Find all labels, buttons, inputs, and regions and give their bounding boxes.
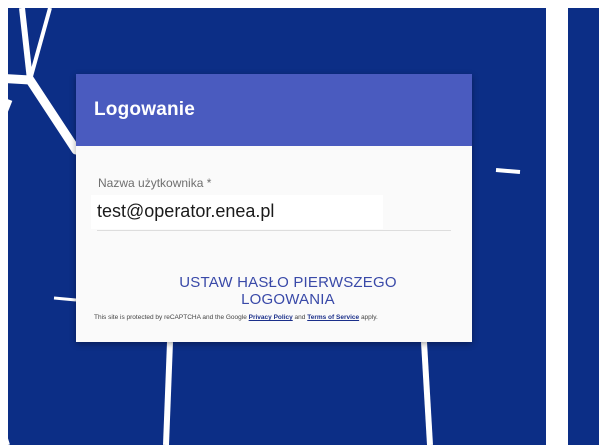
recaptcha-suffix: apply. <box>360 314 378 321</box>
set-first-login-password-button[interactable]: USTAW HASŁO PIERWSZEGO LOGOWANIA <box>136 274 440 308</box>
recaptcha-and: and <box>294 314 306 321</box>
login-title: Logowanie <box>94 99 196 120</box>
login-header: Logowanie <box>76 74 472 146</box>
username-value: test@operator.enea.pl <box>97 201 275 221</box>
recaptcha-notice: This site is protected by reCAPTCHA and … <box>94 314 464 321</box>
username-label: Nazwa użytkownika * <box>98 176 212 190</box>
recaptcha-prefix: This site is protected by reCAPTCHA and … <box>94 314 247 321</box>
username-field: Nazwa użytkownika * test@operator.enea.p… <box>91 176 451 231</box>
privacy-policy-link[interactable]: Privacy Policy <box>249 314 293 321</box>
terms-of-service-link[interactable]: Terms of Service <box>307 314 359 321</box>
screen: Logowanie Nazwa użytkownika * test@opera… <box>0 0 599 445</box>
login-card: Logowanie Nazwa użytkownika * test@opera… <box>76 74 472 342</box>
